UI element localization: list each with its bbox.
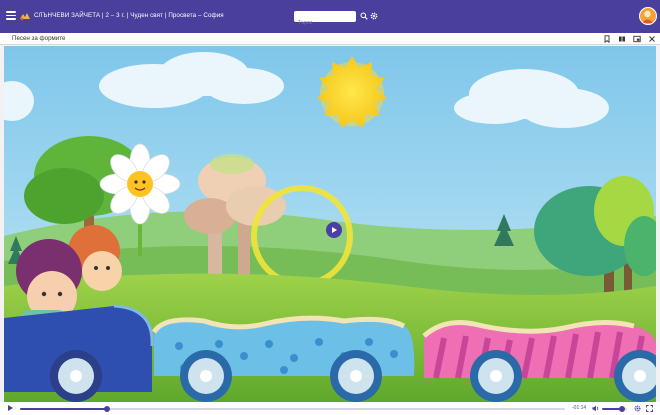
window-icon[interactable]: [633, 35, 641, 43]
time-remaining: -01:14: [572, 405, 587, 411]
volume-handle[interactable]: [619, 406, 625, 412]
player-controls: -01:14: [0, 402, 660, 415]
close-icon[interactable]: [648, 35, 656, 43]
search-input[interactable]: [294, 17, 356, 29]
menu-icon[interactable]: [6, 11, 16, 20]
logo-icon: [20, 13, 30, 21]
top-app-bar: СЛЪНЧЕВИ ЗАЙЧЕТА | 2 – 3 г. | Чуден свят…: [0, 0, 660, 33]
book-icon[interactable]: [618, 35, 626, 43]
gear-icon[interactable]: [634, 405, 641, 412]
app-window: СЛЪНЧЕВИ ЗАЙЧЕТА | 2 – 3 г. | Чуден свят…: [0, 0, 660, 415]
progress-handle[interactable]: [104, 406, 111, 412]
progress-bar[interactable]: [20, 406, 565, 412]
content-header: Песен за формите: [0, 33, 660, 45]
user-icon: [642, 10, 653, 23]
play-button[interactable]: [326, 222, 342, 238]
page-title: Песен за формите: [12, 35, 66, 42]
progress-fill: [20, 408, 108, 410]
blue-car: [4, 304, 154, 402]
fullscreen-icon[interactable]: [646, 405, 653, 412]
avatar[interactable]: [639, 7, 657, 25]
volume-icon[interactable]: [592, 405, 600, 412]
gear-icon[interactable]: [370, 12, 378, 20]
video-player[interactable]: [4, 46, 656, 402]
volume-slider[interactable]: [602, 406, 627, 412]
app-title: СЛЪНЧЕВИ ЗАЙЧЕТА | 2 – 3 г. | Чуден свят…: [34, 12, 224, 19]
search-box: [294, 11, 356, 29]
search-icon[interactable]: [360, 12, 368, 20]
play-icon[interactable]: [8, 405, 13, 411]
bookmark-icon[interactable]: [603, 35, 611, 43]
